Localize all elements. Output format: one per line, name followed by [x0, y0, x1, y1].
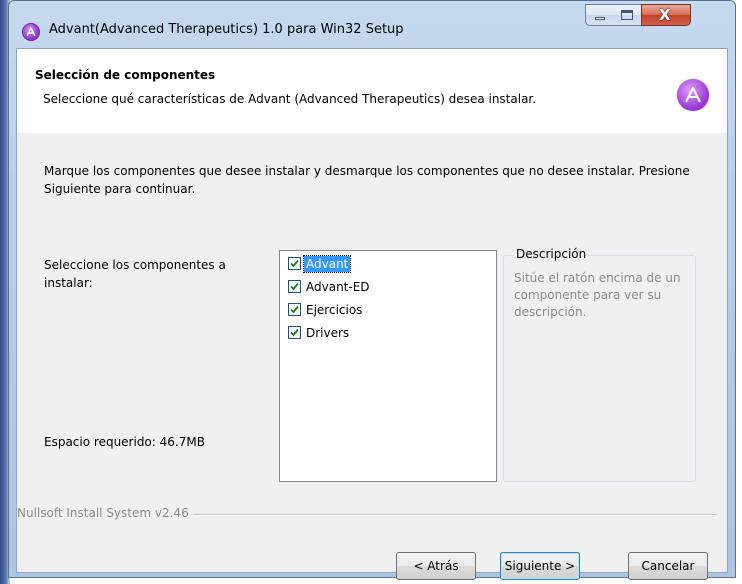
checkmark-icon [290, 282, 299, 291]
checkmark-icon [290, 259, 299, 268]
tree-item-drivers[interactable]: Drivers [288, 324, 351, 341]
page-title: Selección de componentes [35, 68, 216, 82]
setup-window: Advant(Advanced Therapeutics) 1.0 para W… [8, 0, 736, 580]
checkmark-icon [290, 305, 299, 314]
advant-logo-icon [677, 79, 709, 111]
installer-page: Selección de componentes Seleccione qué … [16, 48, 728, 580]
window-title: Advant(Advanced Therapeutics) 1.0 para W… [49, 22, 404, 37]
minimize-icon [595, 17, 605, 20]
tree-item-ejercicios[interactable]: Ejercicios [288, 301, 364, 318]
description-title: Descripción [514, 247, 589, 261]
close-button[interactable]: X [641, 4, 691, 26]
tree-item-label[interactable]: Drivers [304, 325, 351, 341]
cancel-button[interactable]: Cancelar [628, 552, 708, 580]
tree-item-advant[interactable]: Advant [288, 254, 352, 273]
checkbox-advant-ed[interactable] [288, 280, 301, 293]
back-button[interactable]: < Atrás [396, 552, 476, 580]
close-icon: X [659, 6, 671, 24]
page-body: Marque los componentes que desee instala… [17, 133, 727, 580]
branding-text: Nullsoft Install System v2.46 [17, 506, 193, 520]
tree-item-label[interactable]: Advant [302, 254, 352, 273]
tree-item-advant-ed[interactable]: Advant-ED [288, 278, 372, 295]
page-header: Selección de componentes Seleccione qué … [17, 49, 727, 134]
description-text: Sitúe el ratón encima de un componente p… [514, 271, 681, 319]
instructions-text: Marque los componentes que desee instala… [44, 164, 690, 196]
checkmark-icon [290, 328, 299, 337]
app-icon[interactable] [22, 23, 40, 41]
components-tree[interactable]: Advant Advant-ED Ejercicios Drivers [279, 250, 497, 482]
minimize-button[interactable] [585, 4, 614, 26]
select-components-label: Seleccione los componentes a instalar: [44, 258, 226, 290]
tree-item-label[interactable]: Advant-ED [304, 279, 372, 295]
maximize-button[interactable] [613, 4, 642, 26]
space-required-label: Espacio requerido: 46.7MB [44, 435, 205, 449]
next-button[interactable]: Siguiente > [500, 552, 580, 580]
page-subtitle: Seleccione qué características de Advant… [43, 92, 537, 106]
checkbox-drivers[interactable] [288, 326, 301, 339]
tree-item-label[interactable]: Ejercicios [304, 302, 364, 318]
checkbox-advant[interactable] [288, 257, 301, 270]
title-bar[interactable]: Advant(Advanced Therapeutics) 1.0 para W… [9, 1, 735, 47]
checkbox-ejercicios[interactable] [288, 303, 301, 316]
maximize-icon [621, 10, 633, 20]
